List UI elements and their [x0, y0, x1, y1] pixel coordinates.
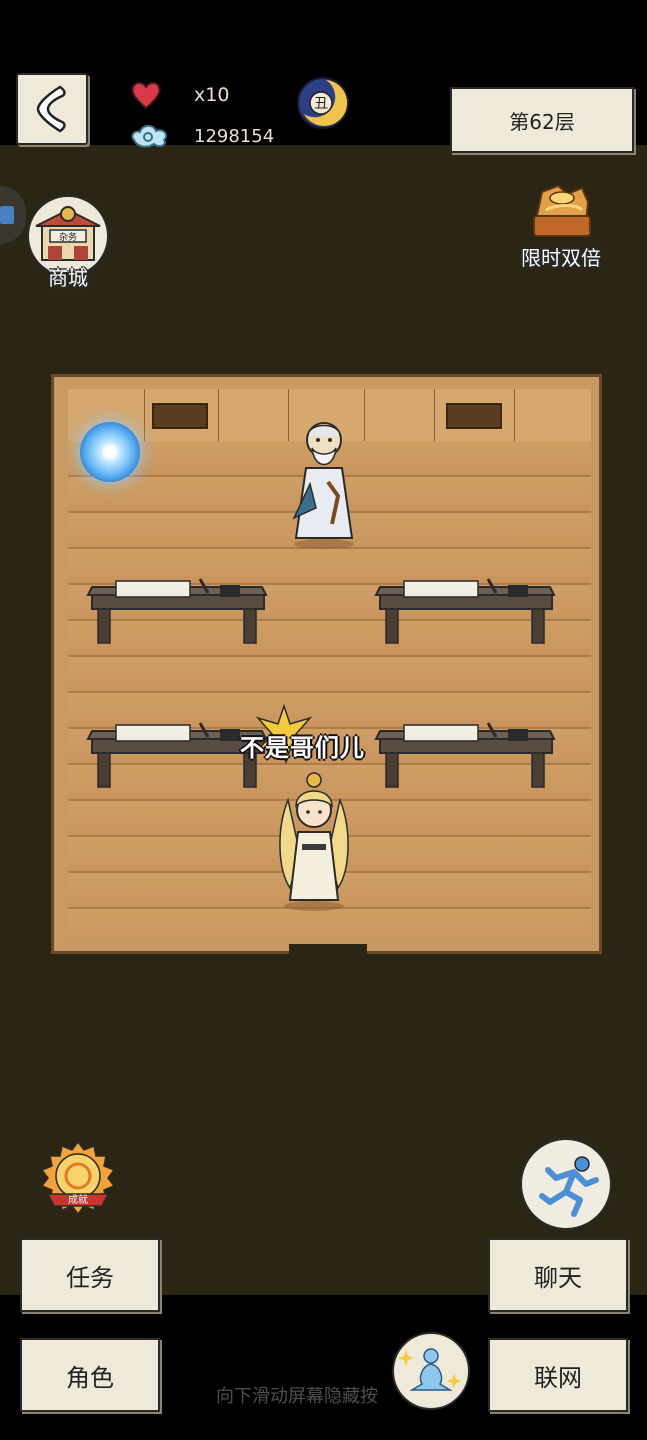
time-period-badge[interactable]: 丑 — [296, 76, 350, 130]
achievement-button[interactable]: 成就 — [38, 1140, 118, 1216]
heart-icon — [131, 81, 161, 110]
writing-desk[interactable] — [84, 577, 270, 647]
shop-label: 商城 — [48, 266, 88, 290]
floor-indicator: 第62层 — [450, 87, 634, 153]
wall-divider — [218, 389, 219, 441]
character-button[interactable]: 角色 — [20, 1338, 160, 1412]
shop-button[interactable]: 杂务 商城 — [22, 195, 114, 296]
network-button[interactable]: 联网 — [488, 1338, 628, 1412]
writing-desk[interactable] — [372, 721, 558, 791]
elder-npc[interactable] — [286, 412, 362, 550]
time-badge-char: 丑 — [314, 96, 328, 112]
spirit-cloud-icon — [131, 124, 168, 148]
speech-text: 不是哥们儿 — [240, 734, 365, 762]
wall-divider — [364, 389, 365, 441]
shop-sign-text: 杂务 — [59, 231, 77, 243]
teleport-portal[interactable] — [80, 422, 140, 482]
wall-vent — [446, 403, 502, 429]
wall-divider — [434, 389, 435, 441]
run-button[interactable] — [520, 1138, 612, 1230]
shop-building-icon: 杂务 — [27, 195, 109, 277]
spirit-count: 1298154 — [194, 126, 275, 147]
writing-desk[interactable] — [372, 577, 558, 647]
meditate-button[interactable] — [392, 1332, 470, 1410]
achievement-label: 成就 — [68, 1193, 88, 1206]
chat-label: 聊天 — [534, 1263, 582, 1292]
running-figure-icon — [539, 1156, 599, 1217]
treasure-chest-icon — [533, 184, 591, 237]
back-arrow-icon — [36, 85, 66, 133]
task-button[interactable]: 任务 — [20, 1238, 160, 1312]
hide-buttons-hint: 向下滑动屏幕隐藏按 — [216, 1386, 378, 1407]
meditation-figure-icon — [398, 1348, 461, 1391]
limited-double-label: 限时双倍 — [521, 246, 601, 270]
wall-vent — [152, 403, 208, 429]
back-button[interactable] — [16, 73, 88, 145]
wall-divider — [514, 389, 515, 441]
chat-button[interactable]: 聊天 — [488, 1238, 628, 1312]
achievement-medal-icon: 成就 — [40, 1140, 116, 1216]
wall-divider — [144, 389, 145, 441]
floor-label: 第62层 — [509, 109, 575, 134]
limited-double-button[interactable]: 限时双倍 — [506, 180, 616, 275]
network-label: 联网 — [534, 1363, 582, 1392]
room-exit[interactable] — [289, 944, 367, 954]
task-label: 任务 — [66, 1263, 114, 1292]
character-label: 角色 — [66, 1363, 114, 1392]
side-drawer-icon — [0, 206, 14, 224]
player-character[interactable] — [270, 770, 358, 912]
lives-count: x10 — [194, 84, 230, 106]
